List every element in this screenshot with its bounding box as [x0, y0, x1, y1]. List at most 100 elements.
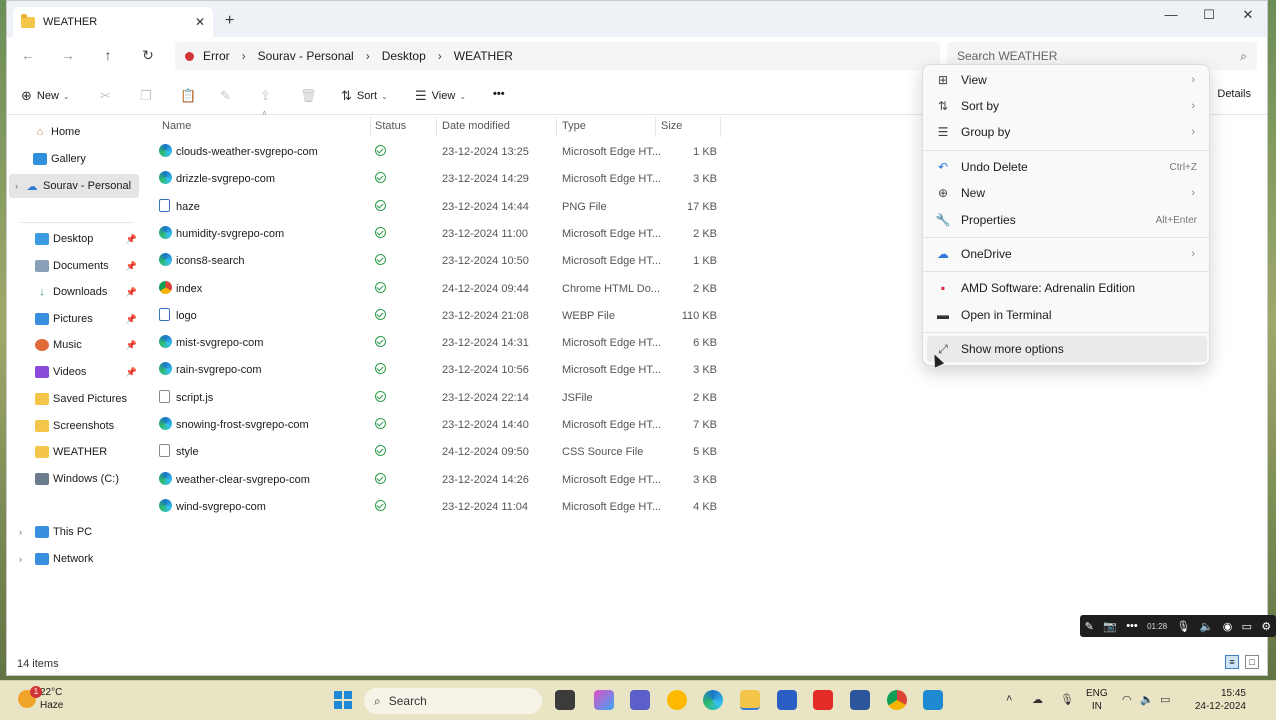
- more-icon[interactable]: •••: [1126, 620, 1138, 632]
- sidebar-item-gallery[interactable]: Gallery: [9, 147, 139, 171]
- table-row[interactable]: index 24-12-2024 09:44 Chrome HTML Do... 2 …: [152, 276, 722, 303]
- menu-item-sort-by[interactable]: ⇅ Sort by ›: [927, 93, 1207, 119]
- chrome-icon[interactable]: [887, 690, 907, 710]
- table-row[interactable]: wind-svgrepo-com 23-12-2024 11:04 Microsof…: [152, 494, 722, 521]
- table-row[interactable]: rain-svgrepo-com 23-12-2024 10:56 Microsof…: [152, 357, 722, 384]
- column-header-status[interactable]: Status: [375, 115, 435, 137]
- tiles-view-icon[interactable]: □: [1245, 655, 1259, 669]
- refresh-button[interactable]: ↻: [139, 47, 157, 64]
- pen-icon[interactable]: ✎: [1085, 620, 1094, 633]
- column-header-date[interactable]: Date modified: [442, 115, 552, 137]
- sidebar-item-pictures[interactable]: Pictures 📌: [9, 307, 139, 331]
- chevron-up-icon[interactable]: ˄: [1006, 693, 1012, 705]
- table-row[interactable]: drizzle-svgrepo-com 23-12-2024 14:29 Micro…: [152, 166, 722, 193]
- maximize-button[interactable]: ☐: [1199, 7, 1219, 23]
- file-explorer-alt-icon[interactable]: [667, 690, 687, 710]
- copy-icon[interactable]: ❐: [140, 88, 152, 104]
- table-row[interactable]: script.js 23-12-2024 22:14 JSFile 2 KB: [152, 385, 722, 412]
- volume-icon[interactable]: 🔈: [1140, 693, 1154, 706]
- sidebar-item-onedrive[interactable]: › ☁ Sourav - Personal: [9, 174, 139, 198]
- column-header-name[interactable]: Name: [162, 115, 362, 137]
- new-button[interactable]: ⊕ New ⌄: [21, 88, 70, 104]
- crumb-desktop[interactable]: Desktop: [382, 49, 426, 63]
- back-button[interactable]: ←: [19, 47, 37, 63]
- youtube-icon[interactable]: [813, 690, 833, 710]
- sidebar-item-windows-c[interactable]: Windows (C:): [9, 467, 139, 491]
- details-view-icon[interactable]: ≡: [1225, 655, 1239, 669]
- table-row[interactable]: icons8-search 23-12-2024 10:50 Microsoft E…: [152, 248, 722, 275]
- battery-icon[interactable]: ▭: [1160, 693, 1170, 706]
- crumb-error[interactable]: Error: [203, 49, 230, 63]
- webcam-icon[interactable]: ◉: [1223, 620, 1233, 633]
- table-row[interactable]: clouds-weather-svgrepo-com 23-12-2024 13:…: [152, 139, 722, 166]
- close-button[interactable]: ✕: [1238, 7, 1258, 23]
- sidebar-item-videos[interactable]: Videos 📌: [9, 360, 139, 384]
- camera-icon[interactable]: 📷: [1103, 620, 1117, 633]
- menu-item-view[interactable]: ⊞ View ›: [927, 67, 1207, 93]
- delete-icon[interactable]: 🗑: [300, 88, 317, 104]
- crumb-weather[interactable]: WEATHER: [454, 49, 513, 63]
- sidebar-item-network[interactable]: › Network: [9, 547, 139, 571]
- sidebar-item-weather[interactable]: WEATHER: [9, 440, 139, 464]
- vscode-icon[interactable]: [923, 690, 943, 710]
- menu-item-properties[interactable]: 🔧 Properties Alt+Enter: [927, 207, 1207, 233]
- speaker-icon[interactable]: 🔈: [1200, 620, 1214, 633]
- sidebar-item-downloads[interactable]: ↓ Downloads 📌: [9, 280, 139, 304]
- teams-icon[interactable]: [630, 690, 650, 710]
- edge-icon[interactable]: [703, 690, 723, 710]
- table-row[interactable]: mist-svgrepo-com 23-12-2024 14:31 Microsof…: [152, 330, 722, 357]
- sort-button[interactable]: ⇅ Sort ⌄: [341, 88, 388, 104]
- onedrive-tray-icon[interactable]: ☁: [1032, 693, 1043, 706]
- clock[interactable]: 15:45 24-12-2024: [1195, 687, 1246, 713]
- table-row[interactable]: humidity-svgrepo-com 23-12-2024 11:00 Micr…: [152, 221, 722, 248]
- breadcrumb[interactable]: Error › Sourav - Personal › Desktop › WE…: [175, 42, 940, 70]
- table-row[interactable]: logo 23-12-2024 21:08 WEBP File 110 KB: [152, 303, 722, 330]
- new-tab-button[interactable]: +: [225, 12, 234, 30]
- menu-item-show-more-options[interactable]: ⤢ Show more options: [927, 336, 1207, 362]
- microphone-icon[interactable]: 🎙: [1176, 620, 1190, 633]
- weather-widget[interactable]: 1 22°C Haze: [18, 686, 63, 712]
- sidebar-item-desktop[interactable]: Desktop 📌: [9, 227, 139, 251]
- details-button[interactable]: Details: [1217, 88, 1251, 100]
- menu-item-amd-software[interactable]: ▪ AMD Software: Adrenalin Edition: [927, 275, 1207, 301]
- word-icon[interactable]: [850, 690, 870, 710]
- menu-item-group-by[interactable]: ☰ Group by ›: [927, 119, 1207, 145]
- language-indicator[interactable]: ENG IN: [1086, 687, 1108, 713]
- tab-weather[interactable]: WEATHER ✕: [13, 7, 213, 37]
- file-explorer-icon[interactable]: [740, 690, 760, 710]
- menu-item-new[interactable]: ⊕ New ›: [927, 180, 1207, 206]
- sidebar-item-screenshots[interactable]: Screenshots: [9, 414, 139, 438]
- crumb-onedrive[interactable]: Sourav - Personal: [258, 49, 354, 63]
- start-button[interactable]: [334, 691, 352, 709]
- table-row[interactable]: snowing-frost-svgrepo-com 23-12-2024 14:4…: [152, 412, 722, 439]
- paste-icon[interactable]: 📋: [180, 88, 196, 104]
- window-icon[interactable]: ▭: [1242, 620, 1252, 633]
- sidebar-item-music[interactable]: Music 📌: [9, 333, 139, 357]
- rename-icon[interactable]: ✎: [220, 88, 231, 104]
- minimize-button[interactable]: —: [1161, 7, 1181, 22]
- taskbar-search[interactable]: ⌕ Search: [364, 688, 542, 714]
- close-tab-icon[interactable]: ✕: [195, 15, 205, 29]
- table-row[interactable]: weather-clear-svgrepo-com 23-12-2024 14:2…: [152, 467, 722, 494]
- view-button[interactable]: ☰ View ⌄: [415, 88, 466, 104]
- task-view-icon[interactable]: [555, 690, 575, 710]
- sidebar-item-saved-pictures[interactable]: Saved Pictures: [9, 387, 139, 411]
- sidebar-item-home[interactable]: ⌂ Home: [9, 120, 139, 144]
- gear-icon[interactable]: ⚙: [1261, 620, 1271, 633]
- copilot-icon[interactable]: [594, 690, 614, 710]
- share-icon[interactable]: ⇪: [260, 88, 271, 104]
- store-icon[interactable]: [777, 690, 797, 710]
- menu-item-onedrive[interactable]: ☁ OneDrive ›: [927, 241, 1207, 267]
- menu-item-undo-delete[interactable]: ↶ Undo Delete Ctrl+Z: [927, 154, 1207, 180]
- more-options-button[interactable]: •••: [493, 88, 505, 100]
- microphone-icon[interactable]: 🎙: [1060, 693, 1074, 706]
- cut-icon[interactable]: ✂: [100, 88, 111, 104]
- table-row[interactable]: haze 23-12-2024 14:44 PNG File 17 KB: [152, 194, 722, 221]
- forward-button[interactable]: →: [59, 47, 77, 63]
- up-button[interactable]: ↑: [99, 47, 117, 63]
- sidebar-item-this-pc[interactable]: › This PC: [9, 520, 139, 544]
- column-header-size[interactable]: Size: [661, 115, 721, 137]
- menu-item-open-terminal[interactable]: ▬ Open in Terminal: [927, 302, 1207, 328]
- table-row[interactable]: style 24-12-2024 09:50 CSS Source File 5 KB: [152, 439, 722, 466]
- sidebar-item-documents[interactable]: Documents 📌: [9, 254, 139, 278]
